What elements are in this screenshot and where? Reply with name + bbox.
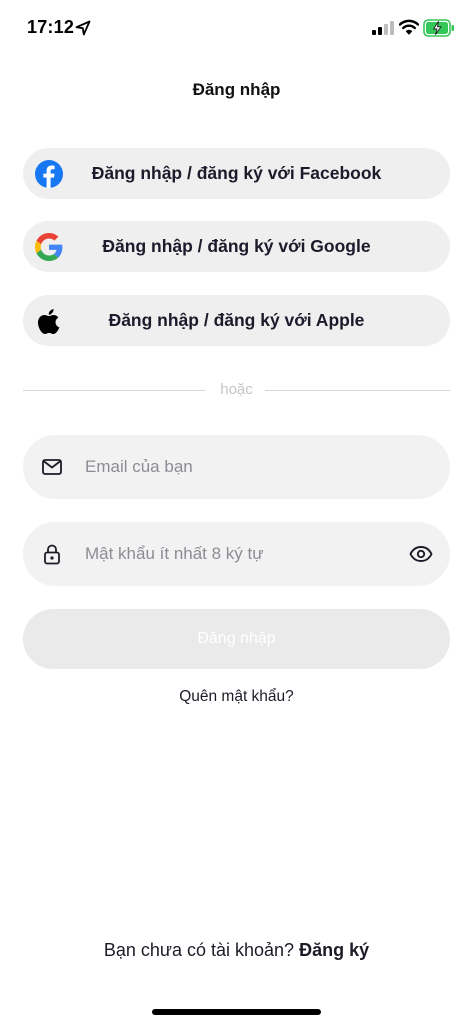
password-field[interactable] [23,522,450,586]
google-login-label: Đăng nhập / đăng ký với Google [102,236,371,256]
or-divider: hoặc [23,380,450,400]
email-field[interactable] [23,435,450,499]
lock-icon [44,544,60,565]
apple-login-button[interactable]: Đăng nhập / đăng ký với Apple [23,295,450,346]
wifi-icon [399,19,419,35]
battery-charging-icon [423,19,454,37]
location-arrow-icon [75,20,91,36]
password-input[interactable] [85,522,405,586]
signup-prompt: Bạn chưa có tài khoản? Đăng ký [0,940,473,961]
eye-icon[interactable] [409,542,433,566]
email-input[interactable] [85,435,405,499]
home-indicator [152,1009,321,1015]
facebook-login-button[interactable]: Đăng nhập / đăng ký với Facebook [23,148,450,199]
mail-icon [42,459,62,475]
facebook-login-label: Đăng nhập / đăng ký với Facebook [91,163,382,183]
login-submit-button[interactable]: Đăng nhập [23,609,450,669]
forgot-password-link[interactable]: Quên mật khẩu? [0,688,473,706]
google-login-button[interactable]: Đăng nhập / đăng ký với Google [23,221,450,272]
page-title: Đăng nhập [192,80,281,99]
status-bar: 17:12 [0,0,473,56]
divider-line-right [265,390,450,391]
signal-icon [372,21,394,35]
signup-link[interactable]: Đăng ký [299,940,369,960]
apple-login-label: Đăng nhập / đăng ký với Apple [108,310,365,330]
signup-prompt-text: Bạn chưa có tài khoản? [103,940,295,960]
status-time: 17:12 [27,17,75,37]
